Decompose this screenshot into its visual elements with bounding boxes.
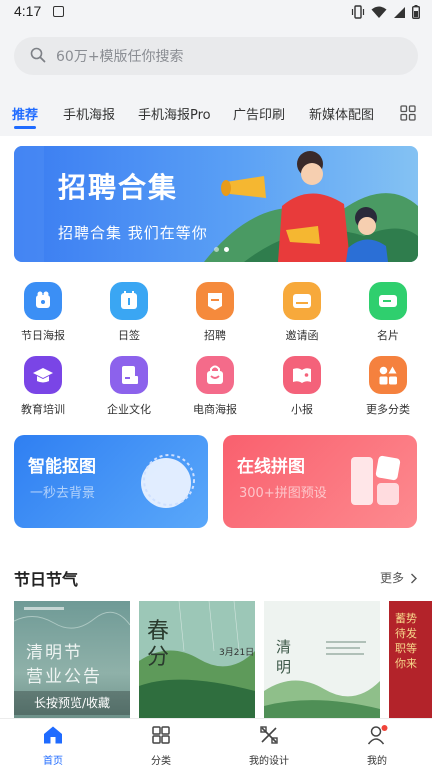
promo-banner[interactable]: 招聘合集 招聘合集 我们在等你 (14, 146, 418, 262)
banner-dot (214, 247, 219, 252)
category-recruit[interactable]: 招聘 (178, 282, 252, 343)
signal-icon (393, 4, 406, 23)
category-more[interactable]: 更多分类 (351, 356, 425, 417)
collage-grid-icon (351, 455, 401, 505)
thumb-title-text: 蓄势待发 职等你来 (395, 612, 417, 670)
grid-menu-icon[interactable] (400, 105, 416, 121)
wifi-icon (371, 4, 387, 23)
festival-poster-icon (24, 282, 62, 320)
template-thumb-qingming[interactable]: 清明 (264, 601, 380, 721)
status-time: 4:17 (14, 3, 42, 19)
category-business-card[interactable]: 名片 (351, 282, 425, 343)
smart-cutout-title: 智能抠图 (28, 457, 96, 477)
book-icon (283, 356, 321, 394)
template-thumb-recruit[interactable]: 蓄势待发 职等你来 (389, 601, 432, 721)
category-education[interactable]: 教育培训 (6, 356, 80, 417)
shopping-bag-icon (196, 356, 234, 394)
home-icon (44, 726, 62, 744)
category-daily-sign[interactable]: 日签 (92, 282, 166, 343)
thumb-overlay-hint: 长按预览/收藏 (14, 691, 130, 715)
status-bar: 4:17 (0, 0, 432, 24)
banner-title: 招聘合集 (58, 171, 179, 204)
category-invitation[interactable]: 邀请函 (265, 282, 339, 343)
category-newsletter[interactable]: 小报 (265, 356, 339, 417)
banner-subtitle: 招聘合集 我们在等你 (58, 224, 208, 242)
section-title: 节日节气 (14, 570, 79, 589)
user-icon (367, 725, 388, 745)
bottom-navigation: 首页 分类 我的设计 我的 (0, 718, 432, 768)
category-label: 小报 (291, 403, 313, 416)
thumb-title-text: 清明节 营业公告 (26, 643, 102, 687)
tab-mobile-poster-pro[interactable]: 手机海报Pro (138, 104, 211, 123)
system-icons (351, 4, 420, 23)
category-label: 日签 (118, 329, 140, 342)
design-tools-icon (260, 726, 278, 744)
badge-icon (196, 282, 234, 320)
card-icon (369, 282, 407, 320)
category-label: 更多分类 (366, 403, 410, 416)
banner-dot-active (224, 247, 229, 252)
tab-ad-print[interactable]: 广告印刷 (233, 104, 285, 123)
banner-pagination (214, 247, 229, 252)
category-label: 招聘 (204, 329, 226, 342)
tab-new-media[interactable]: 新媒体配图 (309, 104, 374, 123)
online-collage-subtitle: 300+拼图预设 (239, 486, 327, 501)
battery-icon (411, 4, 420, 23)
nav-label: 首页 (43, 756, 63, 767)
online-collage-card[interactable]: 在线拼图 300+拼图预设 (223, 435, 417, 528)
nav-home[interactable]: 首页 (18, 725, 88, 767)
tab-mobile-poster[interactable]: 手机海报 (63, 104, 115, 123)
nav-my-designs[interactable]: 我的设计 (234, 725, 304, 767)
document-icon (110, 356, 148, 394)
nav-profile[interactable]: 我的 (342, 725, 412, 767)
envelope-icon (283, 282, 321, 320)
category-festival-poster[interactable]: 节日海报 (6, 282, 80, 343)
vibrate-icon (351, 4, 365, 23)
category-label: 企业文化 (107, 403, 151, 416)
more-categories-icon (369, 356, 407, 394)
template-thumb-qingming-notice[interactable]: 清明节 营业公告 长按预览/收藏 (14, 601, 130, 721)
template-thumb-spring-equinox[interactable]: 春分 3月21日 (139, 601, 255, 721)
category-label: 教育培训 (21, 403, 65, 416)
online-collage-title: 在线拼图 (237, 457, 305, 477)
category-corporate-culture[interactable]: 企业文化 (92, 356, 166, 417)
category-label: 电商海报 (193, 403, 237, 416)
category-label: 节日海报 (21, 329, 65, 342)
section-more-link[interactable]: 更多 (380, 569, 418, 586)
category-label: 邀请函 (285, 329, 319, 342)
search-placeholder: 60万+模版任你搜索 (56, 49, 184, 65)
categories-icon (152, 726, 170, 744)
search-bar[interactable]: 60万+模版任你搜索 (14, 37, 418, 75)
notification-icon (53, 6, 64, 17)
smart-cutout-card[interactable]: 智能抠图 一秒去背景 (14, 435, 208, 528)
tab-recommend[interactable]: 推荐 (12, 104, 38, 123)
smart-cutout-subtitle: 一秒去背景 (30, 486, 96, 501)
active-tab-indicator (14, 126, 36, 129)
thumb-title-text: 春分 (147, 619, 170, 670)
more-label: 更多 (380, 571, 405, 585)
category-tabs: 推荐 手机海报 手机海报Pro 广告印刷 新媒体配图 (0, 96, 432, 132)
thumb-title-text: 清明 (276, 638, 292, 676)
category-label: 名片 (377, 329, 399, 342)
category-ecommerce[interactable]: 电商海报 (178, 356, 252, 417)
calendar-icon (110, 282, 148, 320)
nav-categories[interactable]: 分类 (126, 725, 196, 767)
thumb-date-text: 3月21日 (219, 648, 255, 658)
nav-label: 我的设计 (249, 756, 289, 767)
nav-label: 我的 (367, 756, 387, 767)
search-icon (30, 47, 46, 67)
chevron-right-icon (410, 573, 417, 584)
graduation-cap-icon (24, 356, 62, 394)
nav-label: 分类 (151, 756, 171, 767)
cutout-circle-icon (141, 454, 195, 508)
